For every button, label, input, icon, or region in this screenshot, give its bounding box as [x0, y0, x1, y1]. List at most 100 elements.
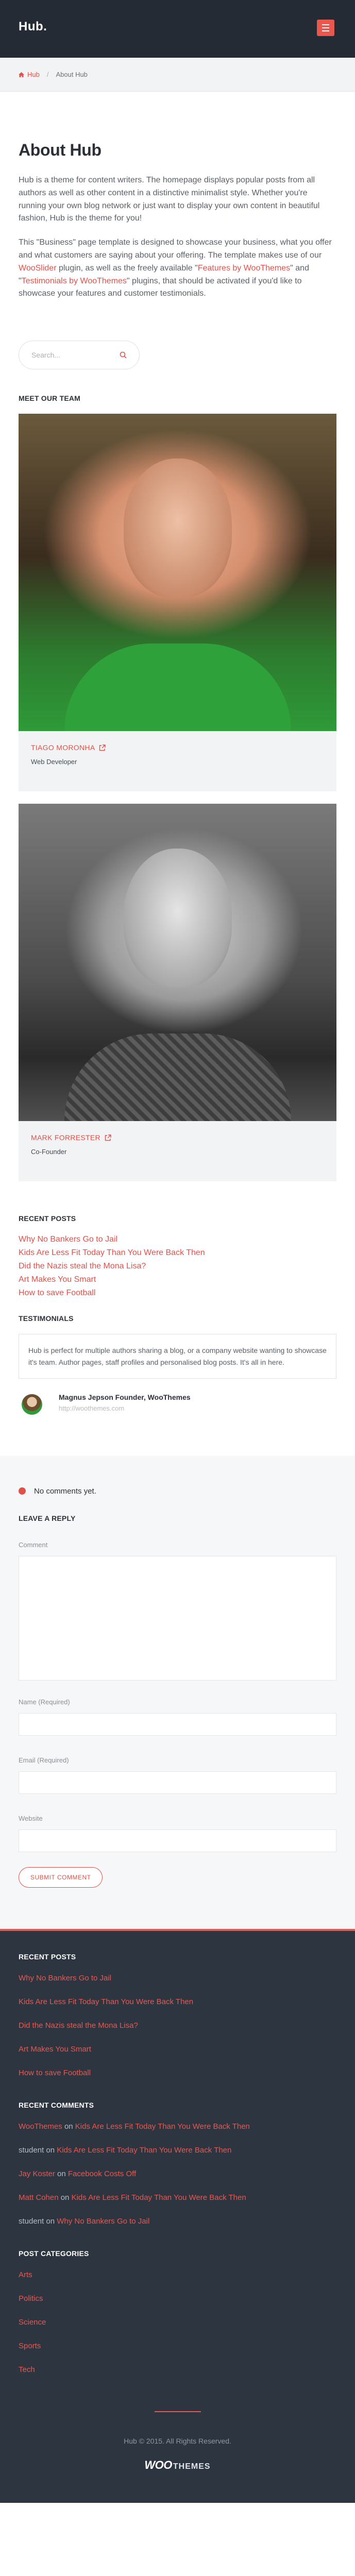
no-comments-notice: No comments yet.	[19, 1487, 336, 1496]
comment-on-text: on	[46, 2145, 55, 2155]
testimonial-author: Magnus Jepson Founder, WooThemes http://…	[19, 1393, 336, 1415]
category-link[interactable]: Sports	[19, 2341, 336, 2351]
wooslider-link[interactable]: WooSlider	[19, 264, 57, 273]
footer-post-link[interactable]: Art Makes You Smart	[19, 2044, 336, 2055]
recent-posts-list: Why No Bankers Go to Jail Kids Are Less …	[19, 1233, 336, 1300]
photo-shape	[123, 848, 232, 988]
comment-post-link[interactable]: Why No Bankers Go to Jail	[57, 2217, 149, 2226]
footer-post-link[interactable]: How to save Football	[19, 2068, 336, 2078]
hamburger-icon-bar	[322, 27, 329, 28]
comment-textarea[interactable]	[19, 1555, 336, 1681]
comment-post-link[interactable]: Kids Are Less Fit Today Than You Were Ba…	[72, 2193, 246, 2202]
member-name-link[interactable]: MARK FORRESTER	[31, 1133, 324, 1142]
testimonials-heading: TESTIMONIALS	[19, 1314, 74, 1323]
member-photo[interactable]	[19, 414, 336, 732]
avatar	[22, 1394, 42, 1415]
recent-post-link[interactable]: Did the Nazis steal the Mona Lisa?	[19, 1260, 336, 1273]
team-heading: MEET OUR TEAM	[19, 394, 81, 403]
testimonials-plugin-link[interactable]: Testimonials by WooThemes	[22, 277, 127, 285]
member-name-link[interactable]: TIAGO MORONHA	[31, 743, 324, 752]
photo-shape	[64, 643, 291, 732]
email-label: Email (Required)	[19, 1756, 69, 1764]
comment-on-text: on	[57, 2169, 66, 2178]
external-link-icon	[99, 744, 106, 751]
comment-author-link[interactable]: WooThemes	[19, 2122, 62, 2131]
search-placeholder: Search...	[31, 351, 61, 360]
woothemes-logo[interactable]: WOO THEMES	[19, 2459, 336, 2472]
home-icon	[19, 72, 24, 77]
site-footer: RECENT POSTS Why No Bankers Go to Jail K…	[0, 1928, 355, 2503]
comment-label: Comment	[19, 1540, 48, 1549]
member-photo[interactable]	[19, 804, 336, 1122]
category-link[interactable]: Tech	[19, 2365, 336, 2375]
footer-categories: POST CATEGORIES Arts Politics Science Sp…	[19, 2249, 336, 2375]
leave-reply-heading: LEAVE A REPLY	[19, 1514, 76, 1522]
category-link[interactable]: Politics	[19, 2294, 336, 2304]
comment-on-text: on	[46, 2216, 55, 2226]
submit-comment-button[interactable]: SUBMIT COMMENT	[19, 1867, 103, 1888]
member-name: MARK FORRESTER	[31, 1133, 100, 1142]
footer-post-link[interactable]: Why No Bankers Go to Jail	[19, 1973, 336, 1984]
recent-post-link[interactable]: Art Makes You Smart	[19, 1273, 336, 1286]
recent-post-link[interactable]: Why No Bankers Go to Jail	[19, 1233, 336, 1246]
footer-post-link[interactable]: Did the Nazis steal the Mona Lisa?	[19, 2021, 336, 2031]
member-info: TIAGO MORONHA Web Developer	[19, 731, 336, 791]
recent-post-link[interactable]: Kids Are Less Fit Today Than You Were Ba…	[19, 1246, 336, 1260]
comment-on-text: on	[60, 2193, 70, 2202]
email-field[interactable]	[19, 1771, 336, 1794]
comment-post-link[interactable]: Facebook Costs Off	[68, 2170, 136, 2178]
intro-paragraph: Hub is a theme for content writers. The …	[19, 176, 320, 223]
comment-post-link[interactable]: Kids Are Less Fit Today Than You Were Ba…	[75, 2122, 250, 2131]
website-field[interactable]	[19, 1829, 336, 1852]
comment-dot-icon	[19, 1487, 26, 1495]
comment-author: student	[19, 2216, 44, 2226]
name-field[interactable]	[19, 1713, 336, 1736]
footer-recent-posts-heading: RECENT POSTS	[19, 1952, 76, 1961]
comment-author-link[interactable]: Matt Cohen	[19, 2193, 59, 2202]
team-member-card: MARK FORRESTER Co-Founder	[19, 804, 336, 1182]
search-input[interactable]: Search...	[19, 341, 140, 370]
footer-categories-heading: POST CATEGORIES	[19, 2249, 89, 2258]
comment-post-link[interactable]: Kids Are Less Fit Today Than You Were Ba…	[57, 2146, 231, 2155]
photo-shape	[123, 458, 232, 598]
footer-post-link[interactable]: Kids Are Less Fit Today Than You Were Ba…	[19, 1997, 336, 2007]
footer-categories-list: Arts Politics Science Sports Tech	[19, 2270, 336, 2375]
breadcrumb-home-label: Hub	[27, 71, 40, 78]
footer-divider	[154, 2411, 201, 2412]
breadcrumb-separator: /	[46, 71, 49, 78]
category-link[interactable]: Arts	[19, 2270, 336, 2280]
name-label: Name (Required)	[19, 1698, 70, 1706]
recent-comment-item: WooThemes on Kids Are Less Fit Today Tha…	[19, 2122, 336, 2132]
testimonial-author-details: Magnus Jepson Founder, WooThemes http://…	[59, 1393, 191, 1412]
brand-sub: THEMES	[173, 2462, 211, 2471]
business-paragraph: This "Business" page template is designe…	[19, 236, 336, 300]
comment-on-text: on	[64, 2122, 73, 2131]
menu-toggle-button[interactable]	[317, 20, 334, 36]
no-comments-text: No comments yet.	[34, 1486, 96, 1496]
external-link-icon	[105, 1134, 111, 1141]
hamburger-icon-bar	[322, 24, 329, 25]
footer-copyright: Hub © 2015. All Rights Reserved.	[124, 2436, 231, 2445]
comment-author-link[interactable]: Jay Koster	[19, 2170, 55, 2178]
breadcrumb-home-link[interactable]: Hub	[19, 71, 40, 78]
member-role: Co-Founder	[31, 1148, 67, 1156]
footer-recent-posts-list: Why No Bankers Go to Jail Kids Are Less …	[19, 1973, 336, 2078]
paragraph-text: This "Business" page template is designe…	[19, 238, 332, 260]
testimonial-author-url[interactable]: http://woothemes.com	[59, 1404, 191, 1412]
site-header: Hub.	[0, 0, 355, 58]
features-plugin-link[interactable]: Features by WooThemes	[198, 264, 290, 273]
recent-post-link[interactable]: How to save Football	[19, 1286, 336, 1300]
site-logo[interactable]: Hub.	[19, 20, 47, 34]
main-content: About Hub Hub is a theme for content wri…	[0, 141, 355, 1415]
member-info: MARK FORRESTER Co-Founder	[19, 1121, 336, 1181]
search-icon[interactable]	[120, 351, 127, 359]
category-link[interactable]: Science	[19, 2317, 336, 2328]
footer-recent-comments-heading: RECENT COMMENTS	[19, 2100, 94, 2109]
footer-recent-posts: RECENT POSTS Why No Bankers Go to Jail K…	[19, 1953, 336, 2078]
member-name: TIAGO MORONHA	[31, 743, 95, 752]
team-member-card: TIAGO MORONHA Web Developer	[19, 414, 336, 792]
recent-comment-item: student on Why No Bankers Go to Jail	[19, 2216, 336, 2227]
footer-recent-comments: RECENT COMMENTS WooThemes on Kids Are Le…	[19, 2101, 336, 2227]
recent-comment-item: Jay Koster on Facebook Costs Off	[19, 2169, 336, 2179]
recent-comment-item: student on Kids Are Less Fit Today Than …	[19, 2145, 336, 2156]
